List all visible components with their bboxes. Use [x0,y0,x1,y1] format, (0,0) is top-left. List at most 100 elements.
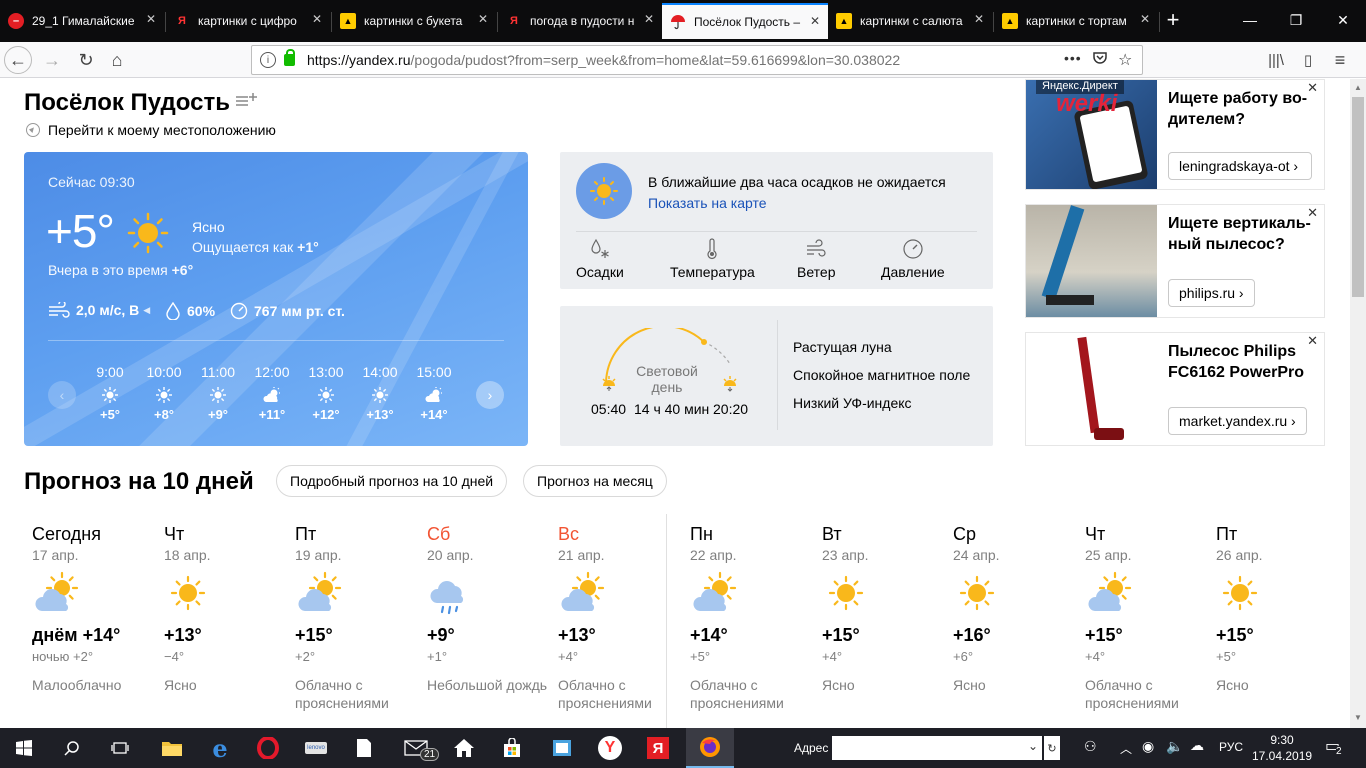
humidity-value: 60% [187,303,216,319]
system-clock[interactable]: 9:30 17.04.2019 [1252,732,1312,764]
chevron-down-icon[interactable]: ⌄ [1028,739,1038,753]
forecast-day[interactable]: Чт 25 апр. +15° +4° Облачно с прояснениями [1085,524,1213,712]
scroll-up-icon[interactable]: ▲ [1354,83,1362,92]
close-tab-icon[interactable]: ✕ [810,14,820,28]
close-tab-icon[interactable]: ✕ [478,12,488,26]
close-ad-icon[interactable]: ✕ [1307,80,1318,96]
tab-pressure[interactable]: Давление [881,238,945,280]
forecast-day[interactable]: Вс 21 апр. +13° +4° Облачно с прояснениями [558,524,686,712]
volume-icon[interactable]: 🔈 [1166,738,1183,755]
edge-icon[interactable]: e [196,728,244,768]
reload-icon[interactable]: ↻ [72,47,100,73]
daylight-label-line: день [651,379,683,395]
tab-precipitation[interactable]: Осадки [576,238,624,280]
info-icon[interactable]: i [260,52,276,68]
chevron-up-icon[interactable]: ︿ [1120,740,1132,757]
people-icon[interactable]: ⚇ [1084,738,1097,755]
ad-banner[interactable]: Ищете вертикаль-ный пылесос? philips.ru … [1025,204,1325,318]
browser-tab[interactable]: ▲ картинки с букета ✕ [332,3,496,39]
page-actions-icon[interactable]: ••• [1064,50,1082,66]
partly-cloudy-icon [425,387,442,402]
forecast-day[interactable]: Пт 26 апр. +15° +5° Ясно [1216,524,1344,694]
close-ad-icon[interactable]: ✕ [1307,333,1318,349]
sidebar-icon[interactable]: ▯ [1294,47,1322,73]
month-forecast-button[interactable]: Прогноз на месяц [523,465,667,497]
restore-icon[interactable]: ❐ [1273,0,1319,40]
task-view-icon[interactable] [96,728,144,768]
detailed-forecast-button[interactable]: Подробный прогноз на 10 дней [276,465,508,497]
language-indicator[interactable]: РУС [1219,740,1243,754]
document-icon[interactable] [340,728,388,768]
hour-temp: +12° [312,407,340,422]
browser-tab[interactable]: – 29_1 Гималайские ✕ [0,3,164,39]
url-bar[interactable]: i https://yandex.ru/pogoda/pudost?from=s… [251,45,1143,75]
library-icon[interactable]: |||\ [1262,47,1290,73]
sun-icon [1222,575,1258,611]
close-tab-icon[interactable]: ✕ [1140,12,1150,26]
browser-tab[interactable]: Я картинки с цифро ✕ [166,3,330,39]
home-app-icon[interactable] [440,728,488,768]
onedrive-icon[interactable]: ☁ [1190,737,1204,754]
hourly-next-button[interactable]: › [476,381,504,409]
ad-link-button[interactable]: market.yandex.ru › [1168,407,1307,435]
night-temp: +4° [558,649,579,664]
browser-tab-active[interactable]: Посёлок Пудость – ✕ [662,3,828,39]
close-window-icon[interactable]: ✕ [1320,0,1366,40]
add-to-list-icon[interactable] [236,93,258,109]
file-explorer-icon[interactable] [148,728,196,768]
browser-tab[interactable]: Я погода в пудости н ✕ [498,3,662,39]
close-tab-icon[interactable]: ✕ [146,12,156,26]
home-icon[interactable]: ⌂ [103,47,131,73]
forward-icon[interactable]: → [38,47,66,73]
refresh-icon[interactable]: ↻ [1044,736,1060,760]
screenshot-app-icon[interactable] [538,728,586,768]
record-icon[interactable]: ◉ [1142,738,1154,755]
close-ad-icon[interactable]: ✕ [1307,205,1318,221]
browser-tab[interactable]: ▲ картинки с салюта ✕ [828,3,992,39]
ad-banner[interactable]: werki Яндекс.Директ Ищете работу во-дите… [1025,79,1325,190]
search-icon[interactable] [48,728,96,768]
address-input[interactable]: ⌄ [832,736,1042,760]
forecast-day[interactable]: Сб 20 апр. +9° +1° Небольшой дождь [427,524,555,694]
minimize-icon[interactable]: — [1227,0,1273,40]
tab-title: картинки с букета [364,14,463,28]
scroll-down-icon[interactable]: ▼ [1354,713,1362,722]
forecast-day[interactable]: Вт 23 апр. +15° +4° Ясно [822,524,950,694]
forecast-day[interactable]: Сегодня 17 апр. днём +14° ночью +2° Малообла… [32,524,160,694]
forecast-day[interactable]: Ср 24 апр. +16° +6° Ясно [953,524,1081,694]
hourly-prev-button[interactable]: ‹ [48,381,76,409]
show-on-map-link[interactable]: Показать на карте [648,195,767,211]
scrollbar-thumb[interactable] [1352,97,1364,297]
yandex-icon[interactable]: Я [634,728,682,768]
ad-banner[interactable]: Пылесос Philips FC6162 PowerPro market.y… [1025,332,1325,446]
menu-icon[interactable]: ≡ [1326,47,1354,73]
forecast-day[interactable]: Чт 18 апр. +13° −4° Ясно [164,524,292,694]
precip-sun-badge [576,163,632,219]
firefox-icon[interactable] [686,728,734,768]
forecast-day[interactable]: Пн 22 апр. +14° +5° Облачно с прояснениями [690,524,818,712]
tab-title: картинки с тортам [1026,14,1127,28]
ad-link-button[interactable]: leningradskaya-ot › [1168,152,1312,180]
ad-link-button[interactable]: philips.ru › [1168,279,1255,307]
mail-icon[interactable]: 21 [392,728,440,768]
bookmark-star-icon[interactable]: ☆ [1118,50,1132,70]
night-temp: −4° [164,649,185,664]
yandex-browser-icon[interactable]: Y [586,728,634,768]
forecast-day[interactable]: Пт 19 апр. +15° +2° Облачно с прояснениями [295,524,423,712]
store-icon[interactable] [488,728,536,768]
pocket-icon[interactable] [1092,50,1108,71]
locate-link[interactable]: Перейти к моему местоположению [26,122,276,138]
close-tab-icon[interactable]: ✕ [974,12,984,26]
opera-icon[interactable] [244,728,292,768]
close-tab-icon[interactable]: ✕ [644,12,654,26]
tab-wind[interactable]: Ветер [797,238,836,280]
close-tab-icon[interactable]: ✕ [312,12,322,26]
lenovo-icon[interactable]: lenovo [292,728,340,768]
back-icon[interactable]: ← [4,46,32,74]
tab-temperature[interactable]: Температура [670,238,755,280]
scrollbar[interactable]: ▲ ▼ [1350,79,1366,728]
browser-tab[interactable]: ▲ картинки с тортам ✕ [994,3,1158,39]
hour-time: 10:00 [146,364,182,380]
new-tab-icon[interactable]: + [1150,0,1196,40]
start-icon[interactable] [0,728,48,768]
